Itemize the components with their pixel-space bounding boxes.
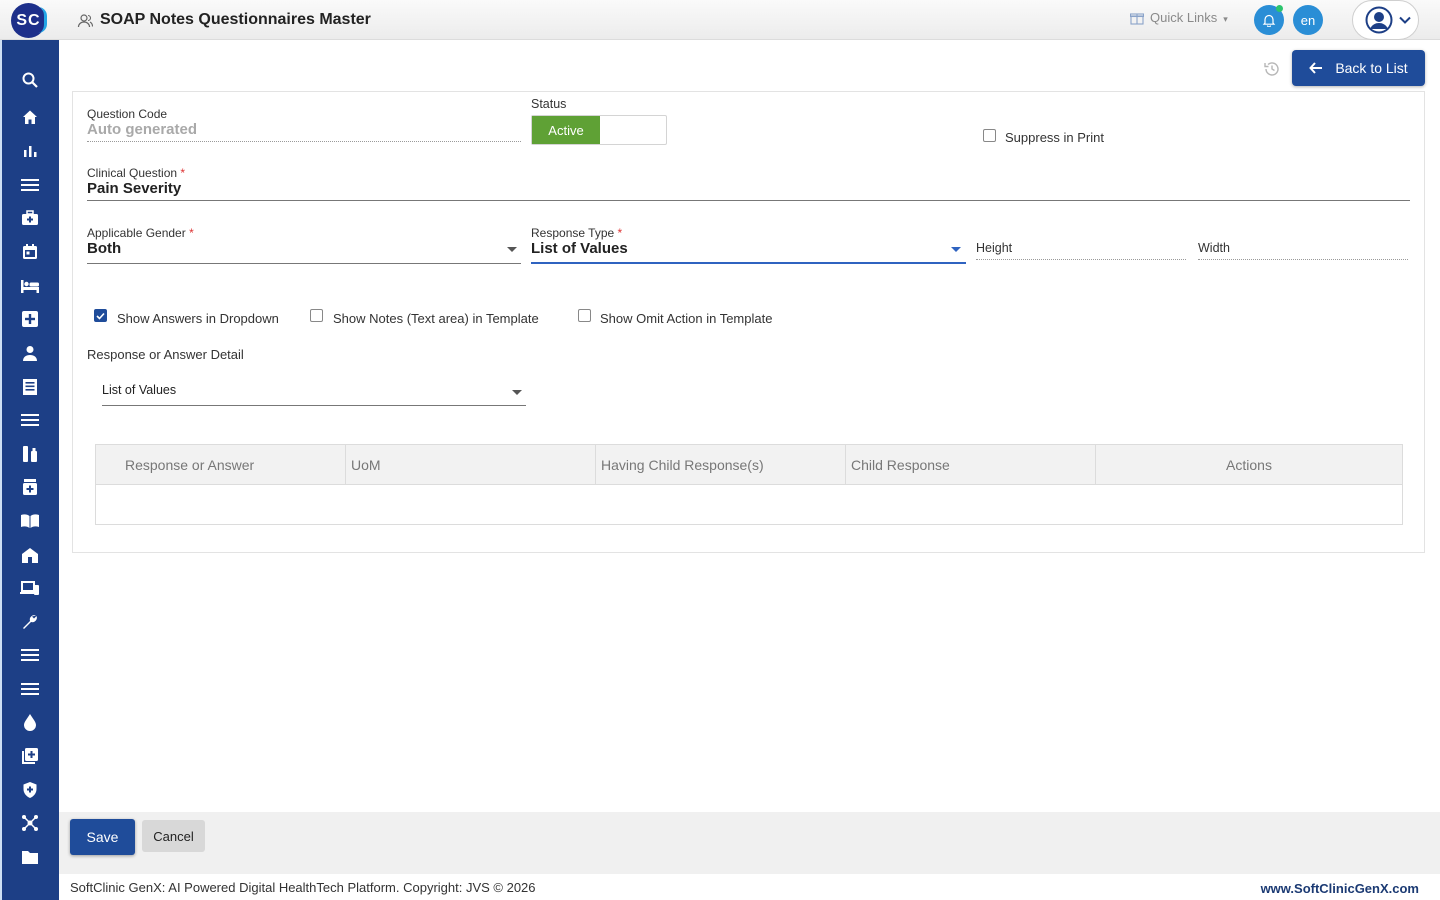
chevron-down-icon — [1399, 16, 1411, 24]
suppress-print-label: Suppress in Print — [1005, 130, 1104, 145]
action-bar — [59, 812, 1440, 874]
table-header: Response or Answer UoM Having Child Resp… — [96, 445, 1402, 485]
response-type-underline — [531, 262, 966, 264]
applicable-gender-label: Applicable Gender * — [87, 226, 194, 240]
medical-bag-icon[interactable] — [20, 208, 40, 228]
menu-icon[interactable] — [20, 175, 40, 195]
bed-icon[interactable] — [20, 276, 40, 296]
show-omit-action-label: Show Omit Action in Template — [600, 311, 773, 326]
app-logo[interactable]: SC — [11, 3, 47, 38]
add-library-icon[interactable] — [20, 746, 40, 766]
cancel-button[interactable]: Cancel — [142, 820, 205, 852]
show-omit-action-checkbox[interactable] — [578, 309, 591, 322]
status-active-option[interactable]: Active — [532, 116, 600, 144]
save-button[interactable]: Save — [70, 819, 135, 855]
applicable-gender-underline — [87, 263, 521, 264]
chevron-down-icon[interactable] — [951, 247, 961, 252]
height-field[interactable]: Height — [976, 241, 1012, 255]
clinical-question-field[interactable]: Pain Severity — [87, 180, 181, 197]
status-label: Status — [531, 97, 567, 111]
search-icon[interactable] — [20, 70, 40, 90]
quick-links-menu[interactable]: Quick Links ▾ — [1130, 10, 1228, 25]
book-icon[interactable] — [20, 511, 40, 531]
website-link[interactable]: www.SoftClinicGenX.com — [1261, 881, 1419, 896]
back-to-list-label: Back to List — [1335, 60, 1408, 76]
sidebar — [0, 40, 59, 900]
response-detail-underline — [102, 405, 526, 406]
show-notes-checkbox[interactable] — [310, 309, 323, 322]
width-field[interactable]: Width — [1198, 241, 1230, 255]
status-toggle[interactable]: Active — [531, 115, 667, 145]
suppress-print-checkbox[interactable] — [983, 129, 996, 142]
page-title: SOAP Notes Questionnaires Master — [100, 11, 371, 28]
calendar-icon[interactable] — [20, 242, 40, 262]
back-to-list-button[interactable]: Back to List — [1292, 50, 1425, 86]
lab-icon[interactable] — [20, 444, 40, 464]
question-code-field[interactable]: Auto generated — [87, 121, 197, 138]
bell-icon — [1262, 14, 1276, 27]
required-marker: * — [180, 166, 186, 180]
receipt-icon[interactable] — [20, 377, 40, 397]
gift-icon — [1130, 12, 1144, 25]
users-icon — [77, 14, 93, 28]
avatar — [1365, 6, 1393, 34]
column-header-uom: UoM — [346, 445, 596, 485]
person-icon[interactable] — [20, 343, 40, 363]
menu-icon[interactable] — [20, 645, 40, 665]
home-icon[interactable] — [20, 107, 40, 127]
history-icon[interactable] — [1263, 60, 1281, 78]
language-button[interactable]: en — [1293, 5, 1323, 35]
check-icon — [96, 312, 105, 320]
clinical-question-label: Clinical Question * — [87, 166, 186, 180]
response-table: Response or Answer UoM Having Child Resp… — [95, 444, 1403, 525]
network-icon[interactable] — [20, 813, 40, 833]
column-header-response: Response or Answer — [96, 445, 346, 485]
column-header-having-child: Having Child Response(s) — [596, 445, 846, 485]
question-code-underline — [87, 141, 521, 142]
quick-links-label: Quick Links — [1150, 10, 1218, 25]
menu-icon[interactable] — [20, 410, 40, 430]
bar-chart-icon[interactable] — [20, 141, 40, 161]
show-answers-dropdown-label: Show Answers in Dropdown — [117, 311, 279, 326]
notification-indicator — [1276, 5, 1283, 12]
response-type-label: Response Type * — [531, 226, 623, 240]
column-header-actions: Actions — [1226, 457, 1272, 473]
building-icon[interactable] — [20, 545, 40, 565]
devices-icon[interactable] — [20, 578, 40, 598]
arrow-left-icon — [1309, 62, 1323, 74]
show-notes-label: Show Notes (Text area) in Template — [333, 311, 539, 326]
height-underline — [976, 259, 1186, 260]
required-marker: * — [617, 226, 623, 240]
menu-icon[interactable] — [20, 679, 40, 699]
copyright-text: SoftClinic GenX: AI Powered Digital Heal… — [70, 880, 536, 895]
wrench-icon[interactable] — [20, 612, 40, 632]
clinical-question-underline — [87, 200, 1410, 201]
response-detail-select[interactable]: List of Values — [102, 383, 176, 397]
response-type-select[interactable]: List of Values — [531, 240, 628, 257]
response-detail-label: Response or Answer Detail — [87, 347, 244, 362]
shield-icon[interactable] — [20, 780, 40, 800]
medical-plus-icon[interactable] — [20, 309, 40, 329]
top-bar: SC SOAP Notes Questionnaires Master Quic… — [0, 0, 1440, 40]
chevron-down-icon[interactable] — [512, 390, 522, 395]
user-menu[interactable] — [1352, 0, 1419, 40]
chevron-down-icon[interactable] — [507, 247, 517, 252]
folder-icon[interactable] — [20, 847, 40, 867]
column-header-child-response: Child Response — [846, 445, 1096, 485]
applicable-gender-select[interactable]: Both — [87, 240, 121, 257]
chevron-down-icon: ▾ — [1223, 13, 1228, 24]
pharmacy-icon[interactable] — [20, 477, 40, 497]
width-underline — [1198, 259, 1408, 260]
show-answers-dropdown-checkbox[interactable] — [94, 309, 107, 322]
question-code-label: Question Code — [87, 107, 168, 121]
drop-icon[interactable] — [20, 712, 40, 732]
required-marker: * — [189, 226, 194, 240]
